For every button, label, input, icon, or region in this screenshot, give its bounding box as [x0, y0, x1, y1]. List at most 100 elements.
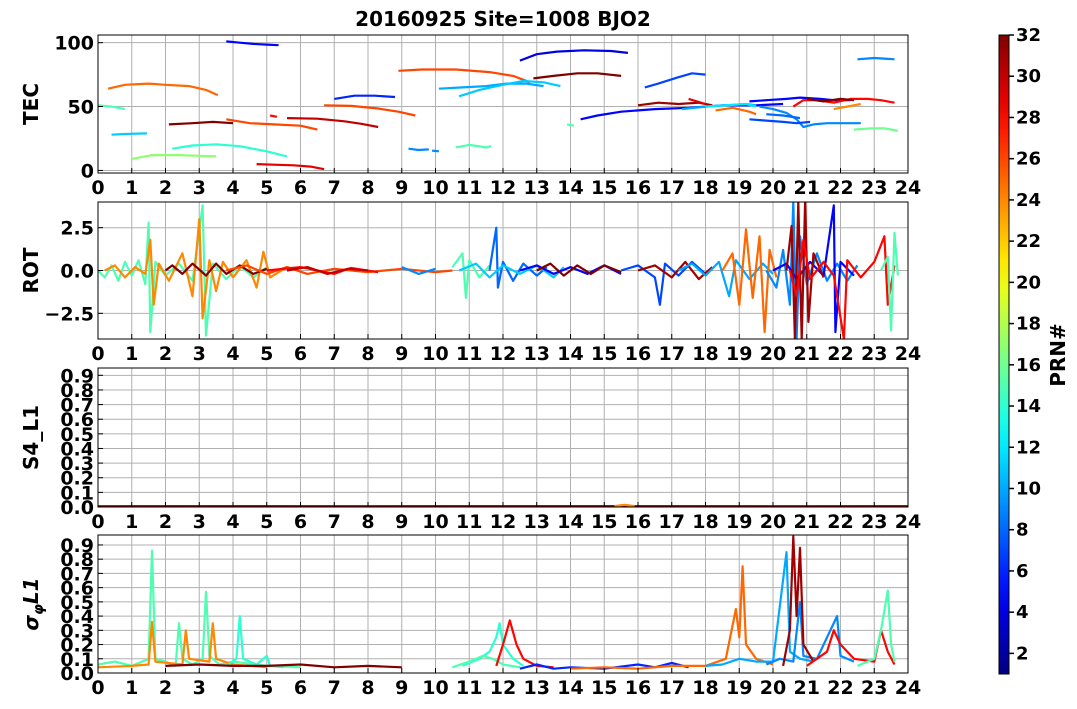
x-tick-label: 23 — [861, 511, 887, 533]
x-tick-label: 8 — [361, 343, 374, 365]
x-tick-label: 11 — [456, 177, 482, 199]
x-tick-label: 3 — [193, 677, 206, 699]
colorbar-tick-label: 22 — [1016, 231, 1041, 252]
series-line-prn-14 — [225, 614, 284, 669]
panel-2: 0 1 2 3 4 5 6 7 8 9 10 11 12 13 14 15 16 17 18 19 20 21 22 23 24… — [19, 201, 921, 365]
series-line-prn-9 — [857, 56, 895, 61]
x-tick-label: 6 — [294, 343, 307, 365]
x-tick-label: 8 — [361, 677, 374, 699]
x-tick-label: 14 — [557, 177, 583, 199]
x-tick-label: 14 — [557, 343, 583, 365]
x-tick-label: 18 — [692, 343, 718, 365]
series-line-prn-28 — [788, 235, 896, 339]
x-tick-label: 6 — [294, 677, 307, 699]
x-tick-label: 23 — [861, 177, 887, 199]
x-tick-label: 20 — [760, 677, 786, 699]
x-tick-label: 10 — [422, 343, 448, 365]
series-line-prn-7 — [749, 118, 811, 125]
x-tick-label: 19 — [726, 343, 752, 365]
traces — [98, 535, 896, 670]
series-line-prn-26 — [226, 118, 318, 131]
x-tick-label: 2 — [159, 343, 172, 365]
series-line-prn-16 — [853, 127, 899, 132]
series-line-prn-17 — [131, 154, 217, 160]
colorbar-tick-label: 16 — [1016, 355, 1041, 376]
series-line-prn-7 — [620, 260, 707, 306]
series-line-prn-25 — [721, 228, 778, 334]
x-tick-label: 15 — [591, 343, 617, 365]
colorbar-tick-label: 10 — [1016, 478, 1041, 499]
panel-4: 0 1 2 3 4 5 6 7 8 9 10 11 12 13 14 15 16 17 18 19 20 21 22 23 24… — [19, 534, 921, 699]
y-axis-label: S4_L1 — [19, 405, 43, 470]
colorbar: 2468101214161820222426283032PRN# — [998, 25, 1070, 675]
x-tick-label: 12 — [490, 343, 516, 365]
y-axis-label: ROT — [19, 247, 43, 293]
x-tick-label: 18 — [692, 177, 718, 199]
x-tick-label: 10 — [422, 511, 448, 533]
series-line-prn-15 — [451, 252, 491, 299]
y-axis-label: σφL1 — [19, 577, 47, 630]
colorbar-tick-label: 28 — [1016, 107, 1041, 128]
x-tick-label: 21 — [794, 177, 820, 199]
x-tick-label: 7 — [328, 343, 341, 365]
x-tick-label: 2 — [159, 677, 172, 699]
x-tick-label: 22 — [827, 177, 853, 199]
x-tick-label: 16 — [625, 177, 651, 199]
x-tick-label: 7 — [328, 677, 341, 699]
series-line-prn-8 — [488, 226, 548, 289]
colorbar-tick-label: 2 — [1016, 643, 1029, 664]
x-tick-label: 20 — [760, 343, 786, 365]
x-tick-label: 5 — [260, 177, 273, 199]
x-tick-label: 1 — [125, 177, 138, 199]
x-tick-label: 16 — [625, 511, 651, 533]
grid — [97, 35, 909, 173]
x-tick-label: 1 — [125, 511, 138, 533]
x-tick-label: 11 — [456, 343, 482, 365]
x-tick-label: 17 — [659, 343, 685, 365]
series-line-prn-25 — [715, 106, 757, 116]
x-tick-label: 12 — [490, 177, 516, 199]
x-tick-label: 17 — [659, 677, 685, 699]
series-line-prn-7 — [644, 72, 706, 89]
y-tick-label: −2.5 — [44, 303, 94, 325]
x-tick-label: 19 — [726, 677, 752, 699]
x-tick-label: 17 — [659, 511, 685, 533]
x-tick-label: 22 — [827, 343, 853, 365]
x-tick-label: 4 — [226, 343, 239, 365]
x-tick-label: 0 — [91, 343, 104, 365]
x-tick-label: 3 — [193, 343, 206, 365]
colorbar-gradient — [998, 34, 1010, 675]
series-line-prn-9 — [759, 105, 861, 129]
traces — [98, 40, 899, 171]
x-tick-label: 4 — [226, 511, 239, 533]
y-tick-label: 0 — [81, 160, 94, 182]
series-line-prn-6 — [334, 94, 396, 100]
x-tick-label: 5 — [260, 343, 273, 365]
series-line-prn-32 — [533, 72, 622, 80]
colorbar-tick-label: 26 — [1016, 149, 1041, 170]
x-tick-label: 22 — [827, 677, 853, 699]
x-tick-label: 20 — [760, 511, 786, 533]
x-tick-label: 23 — [861, 677, 887, 699]
x-tick-label: 16 — [625, 677, 651, 699]
x-tick-label: 6 — [294, 511, 307, 533]
colorbar-tick-label: 24 — [1016, 190, 1041, 211]
x-tick-label: 24 — [895, 343, 921, 365]
x-tick-label: 7 — [328, 511, 341, 533]
series-line-prn-28 — [269, 114, 278, 118]
y-tick-label: 0.9 — [60, 365, 94, 387]
x-tick-label: 3 — [193, 511, 206, 533]
x-tick-label: 15 — [591, 677, 617, 699]
x-tick-label: 12 — [490, 511, 516, 533]
x-tick-label: 14 — [557, 677, 583, 699]
x-tick-label: 15 — [591, 511, 617, 533]
x-tick-label: 19 — [726, 511, 752, 533]
colorbar-tick-label: 20 — [1016, 272, 1041, 293]
x-tick-label: 13 — [524, 177, 550, 199]
x-tick-label: 15 — [591, 177, 617, 199]
series-line-prn-15 — [880, 231, 899, 332]
x-tick-label: 13 — [524, 677, 550, 699]
x-tick-label: 24 — [895, 177, 921, 199]
panel-3: 0 1 2 3 4 5 6 7 8 9 10 11 12 13 14 15 16 17 18 19 20 21 22 23 24… — [19, 365, 921, 533]
x-tick-label: 22 — [827, 511, 853, 533]
